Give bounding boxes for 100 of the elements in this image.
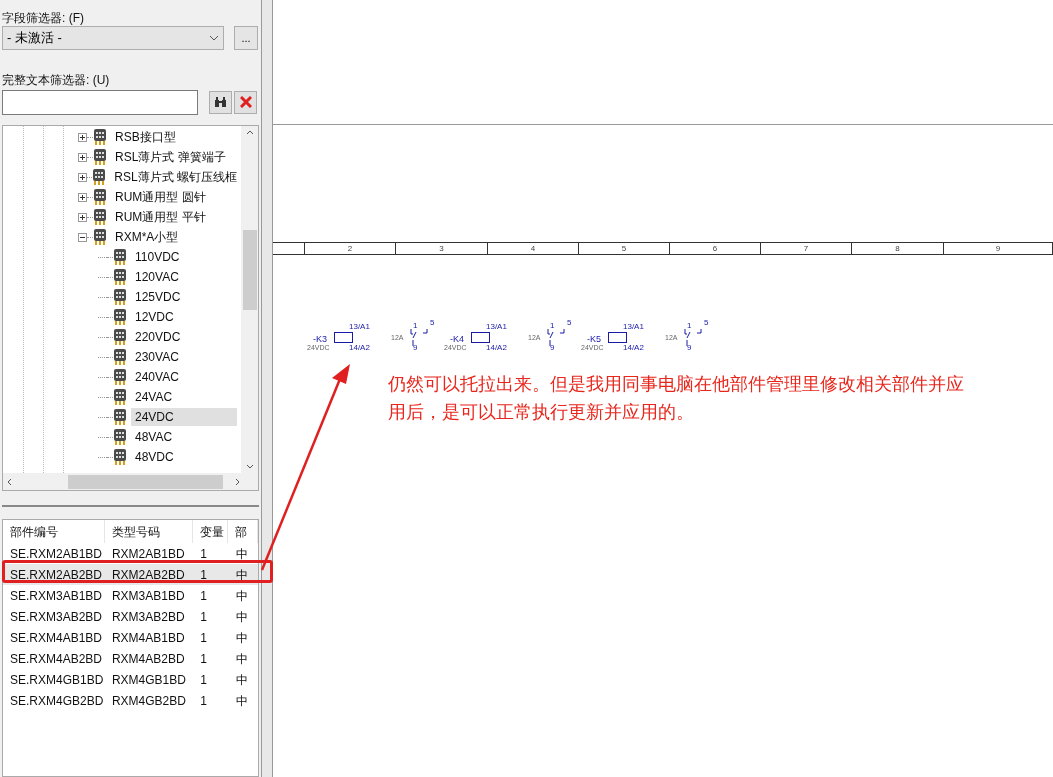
table-cell-text: RXM3AB1BD xyxy=(110,587,186,605)
table-cell-text: 1 xyxy=(199,671,208,689)
column-number: 8 xyxy=(895,244,900,253)
table-cell-text: RXM2AB2BD xyxy=(110,566,186,584)
tree-item[interactable]: RXM*A小型 xyxy=(111,228,183,246)
vertical-scrollbar[interactable] xyxy=(241,126,258,473)
scroll-up-icon xyxy=(245,130,254,135)
table-cell-text: 1 xyxy=(199,650,208,668)
table-row[interactable]: SE.RXM4AB1BD RXM4AB1BD 1 中 xyxy=(3,627,258,648)
scroll-left-icon xyxy=(7,477,12,486)
scroll-right-icon xyxy=(235,477,240,486)
tree-item[interactable]: 110VDC xyxy=(131,248,184,266)
tree-item[interactable]: 48VAC xyxy=(131,428,177,446)
component-icon xyxy=(92,169,107,185)
device-tag: -K4 xyxy=(450,335,464,344)
coil-symbol xyxy=(334,332,353,343)
table-cell-text: SE.RXM2AB1BD xyxy=(9,545,104,563)
horizontal-scrollbar[interactable] xyxy=(3,473,258,490)
scroll-thumb[interactable] xyxy=(68,474,223,489)
table-cell-text: RXM4AB1BD xyxy=(110,629,186,647)
chevron-down-icon xyxy=(209,35,219,41)
expand-toggle[interactable] xyxy=(78,212,87,222)
table-row[interactable]: SE.RXM4GB2BD RXM4GB2BD 1 中 xyxy=(3,690,258,711)
column-header[interactable]: 变量 xyxy=(193,520,229,543)
terminal-label: 13/A1 xyxy=(349,323,370,331)
component-icon xyxy=(93,149,107,165)
component-icon xyxy=(113,369,127,385)
coil-symbol xyxy=(471,332,490,343)
expand-toggle[interactable] xyxy=(78,192,87,202)
component-icon xyxy=(113,429,127,445)
tree-item[interactable]: 24VDC xyxy=(131,408,237,426)
tree-item[interactable]: 12VDC xyxy=(131,308,178,326)
text-filter-input[interactable] xyxy=(2,89,198,115)
table-cell-text: RXM3AB2BD xyxy=(110,608,186,626)
table-cell-text: 1 xyxy=(199,566,208,584)
component-icon xyxy=(113,389,127,405)
table-cell-text: 中 xyxy=(234,587,249,605)
tree-item[interactable]: 120VAC xyxy=(131,268,183,286)
table-cell-text: 1 xyxy=(199,545,208,563)
table-cell-text: 中 xyxy=(234,608,249,626)
terminal-label: 1 xyxy=(687,322,692,330)
table-cell-text: SE.RXM4GB2BD xyxy=(9,692,105,710)
terminal-label: 1 xyxy=(413,322,418,330)
expand-toggle[interactable] xyxy=(78,132,87,142)
tree-item[interactable]: 125VDC xyxy=(131,288,185,306)
device-tag: -K3 xyxy=(313,335,327,344)
tree-item[interactable]: 240VAC xyxy=(131,368,183,386)
search-button[interactable] xyxy=(209,90,232,114)
column-header[interactable]: 部件编号 xyxy=(3,520,105,543)
component-icon xyxy=(113,289,127,305)
field-label: 字段筛选器: (F) xyxy=(2,11,84,25)
terminal-label: 9 xyxy=(413,344,418,352)
tree-item[interactable]: RSB接口型 xyxy=(111,128,180,146)
more-button[interactable]: ... xyxy=(234,26,258,50)
terminal-label: 13/A1 xyxy=(623,323,644,331)
table-cell-text: 1 xyxy=(199,629,208,647)
column-header[interactable]: 部 xyxy=(228,520,258,543)
column-header[interactable]: 类型号码 xyxy=(104,520,194,543)
column-number: 7 xyxy=(803,244,809,253)
column-number: 9 xyxy=(995,244,1001,253)
terminal-label: 13/A1 xyxy=(486,323,507,331)
tree-item[interactable]: 230VAC xyxy=(131,348,183,366)
tree-item[interactable]: RSL薄片式 螺钉压线框 xyxy=(110,168,241,186)
terminal-label: 5 xyxy=(704,319,709,327)
table-cell-text: 中 xyxy=(234,566,249,584)
column-number: 4 xyxy=(530,244,536,253)
table-cell-text: 1 xyxy=(199,608,208,626)
field-filter-dropdown[interactable]: - 未激活 - xyxy=(2,26,224,50)
table-row[interactable]: SE.RXM4GB1BD RXM4GB1BD 1 中 xyxy=(3,669,258,690)
expand-toggle[interactable] xyxy=(78,172,87,182)
tree-item[interactable]: 220VDC xyxy=(131,328,185,346)
device-tag: -K5 xyxy=(587,335,601,344)
collapse-toggle[interactable] xyxy=(78,232,87,242)
clear-button[interactable] xyxy=(234,90,257,114)
tree-item[interactable]: RUM通用型 圆针 xyxy=(111,188,210,206)
table-cell-text: 中 xyxy=(234,692,249,710)
table-cell-text: SE.RXM4AB2BD xyxy=(9,650,104,668)
table-row[interactable]: SE.RXM4AB2BD RXM4AB2BD 1 中 xyxy=(3,648,258,669)
tree-item[interactable]: RUM通用型 平针 xyxy=(111,208,210,226)
table-cell-text: SE.RXM4AB1BD xyxy=(9,629,104,647)
component-icon xyxy=(113,449,127,465)
component-icon xyxy=(93,229,107,245)
coil-symbol xyxy=(608,332,627,343)
column-number: 6 xyxy=(712,244,718,253)
table-cell-text: SE.RXM3AB1BD xyxy=(9,587,104,605)
tree-item[interactable]: RSL薄片式 弹簧端子 xyxy=(111,148,230,166)
table-row[interactable]: SE.RXM2AB1BD RXM2AB1BD 1 中 xyxy=(3,543,258,564)
table-cell-text: RXM4GB1BD xyxy=(110,671,187,689)
table-cell-text: 1 xyxy=(199,692,208,710)
expand-toggle[interactable] xyxy=(78,152,87,162)
table-row[interactable]: SE.RXM3AB1BD RXM3AB1BD 1 中 xyxy=(3,585,258,606)
component-icon xyxy=(93,129,107,145)
table-cell-text: 中 xyxy=(234,671,249,689)
component-icon xyxy=(113,409,127,425)
table-cell-text: 中 xyxy=(234,650,249,668)
scroll-thumb[interactable] xyxy=(242,229,257,310)
tree-item[interactable]: 24VAC xyxy=(131,388,177,406)
table-cell-text: SE.RXM2AB2BD xyxy=(9,566,104,584)
table-row[interactable]: SE.RXM3AB2BD RXM3AB2BD 1 中 xyxy=(3,606,258,627)
tree-item[interactable]: 48VDC xyxy=(131,448,178,466)
